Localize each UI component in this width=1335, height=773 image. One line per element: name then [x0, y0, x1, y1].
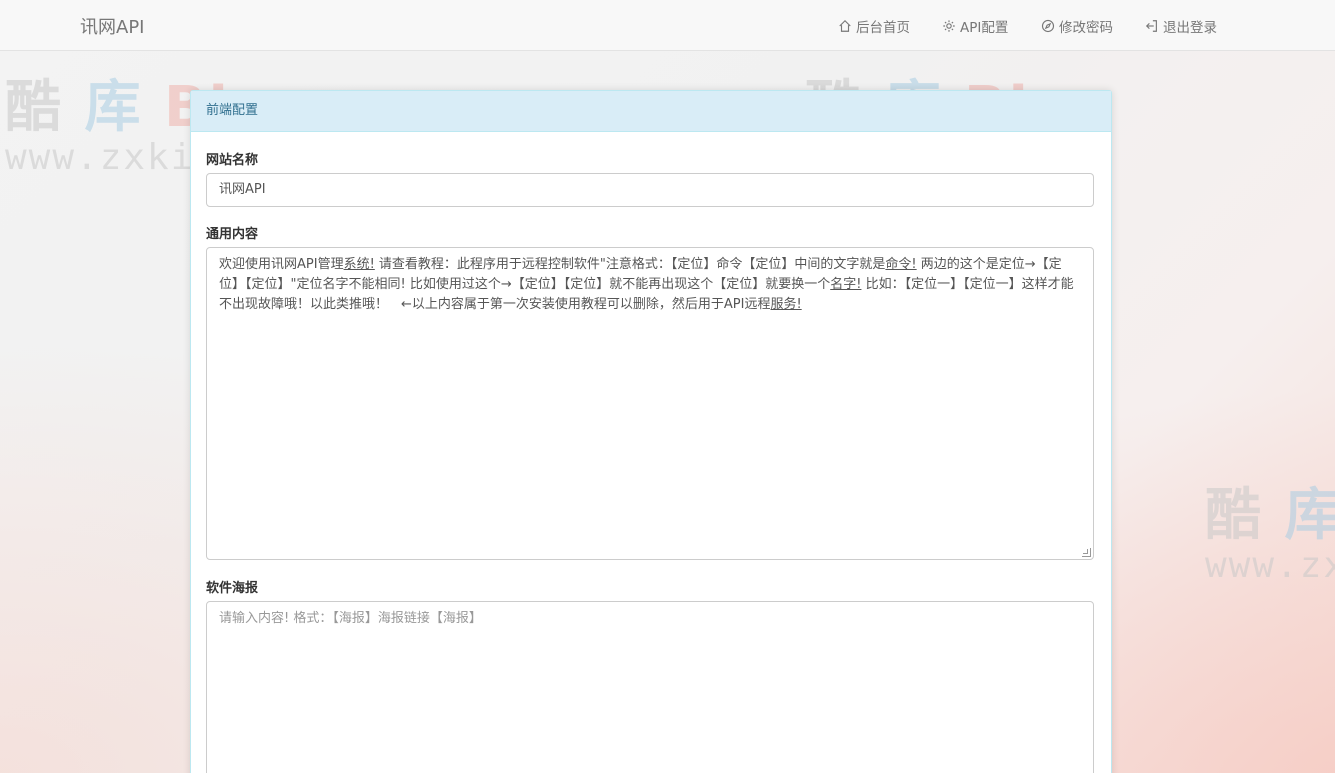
nav-item-label: 后台首页 — [856, 20, 910, 36]
top-navbar: 讯网API 后台首页 API配置 修改密码 退出登录 — [0, 0, 1335, 51]
nav-item-change-password[interactable]: 修改密码 — [1041, 16, 1113, 36]
nav-item-logout[interactable]: 退出登录 — [1145, 16, 1217, 36]
poster-textarea[interactable]: 请输入内容! 格式：【海报】海报链接【海报】 — [206, 601, 1094, 773]
site-name-input[interactable]: 讯网API — [206, 173, 1094, 207]
site-name-value: 讯网API — [219, 182, 266, 197]
content-link: 服务! — [770, 297, 802, 312]
watermark-char: 库 — [84, 75, 143, 140]
config-panel: 前端配置 网站名称 讯网API 通用内容 欢迎使用讯网API管理系统! 请查看教… — [190, 90, 1112, 773]
nav-item-label: API配置 — [960, 20, 1009, 36]
nav-item-api-config[interactable]: API配置 — [942, 16, 1008, 36]
site-name-label: 网站名称 — [206, 153, 259, 168]
content-text: 请查看教程：此程序用于远程控制软件"注意格式：【定位】命令【定位】中间的文字就是 — [374, 257, 886, 272]
content-link: 命令! — [885, 257, 917, 272]
watermark-char: 酷 — [5, 75, 63, 140]
compass-icon — [1041, 19, 1055, 33]
content-link: 系统! — [343, 257, 375, 272]
nav-item-label: 退出登录 — [1163, 20, 1217, 36]
watermark-char: 酷 — [1205, 483, 1263, 548]
watermark: 酷 库 www.zxki.cn — [1205, 470, 1335, 586]
nav-item-home[interactable]: 后台首页 — [838, 16, 910, 36]
gear-icon — [943, 20, 955, 32]
poster-label: 软件海报 — [206, 581, 259, 596]
content-link: 名字! — [830, 277, 862, 292]
resize-handle[interactable] — [1082, 548, 1091, 557]
nav-item-label: 修改密码 — [1059, 20, 1113, 36]
watermark-char: 库 — [1284, 483, 1335, 548]
watermark-url: www.zxki.cn — [1205, 545, 1335, 586]
poster-placeholder: 请输入内容! 格式：【海报】海报链接【海报】 — [219, 611, 482, 626]
general-content-label: 通用内容 — [206, 227, 259, 242]
brand-logo[interactable]: 讯网API — [80, 13, 144, 39]
content-text: 欢迎使用讯网API管理 — [219, 257, 344, 272]
panel-heading: 前端配置 — [191, 91, 1111, 132]
logout-icon — [1145, 20, 1157, 32]
general-content-textarea[interactable]: 欢迎使用讯网API管理系统! 请查看教程：此程序用于远程控制软件"注意格式：【定… — [206, 247, 1094, 560]
home-icon — [839, 19, 851, 32]
